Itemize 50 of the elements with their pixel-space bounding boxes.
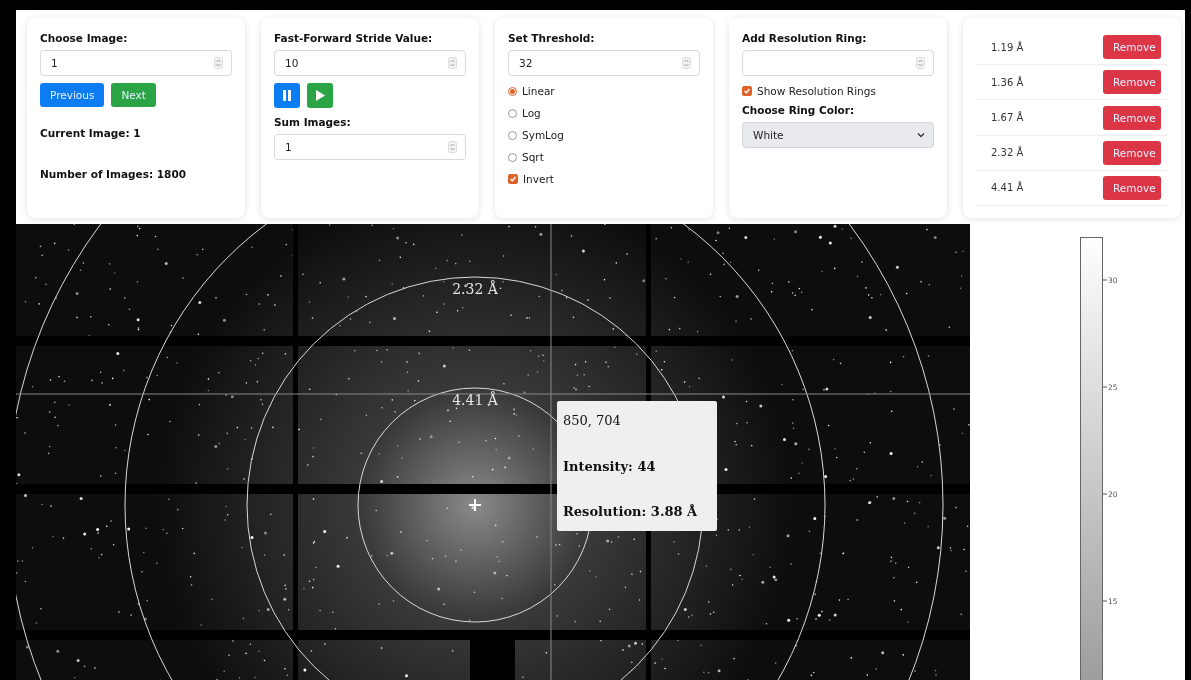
scale-radio-option[interactable]: SymLog: [508, 124, 700, 146]
remove-button[interactable]: Remove: [1103, 105, 1161, 130]
check-icon: [743, 87, 751, 95]
spinner-icon[interactable]: [214, 57, 223, 69]
field-label: Choose Ring Color:: [742, 104, 856, 116]
number-input[interactable]: 1: [40, 50, 232, 76]
field-label: Set Threshold:: [508, 32, 596, 44]
image-count-text: Number of Images: 1800: [40, 168, 187, 180]
ring-resolution-text: 4.41 Å: [991, 182, 1024, 194]
remove-button[interactable]: Remove: [1103, 175, 1161, 200]
ring-resolution-text: 1.19 Å: [991, 41, 1024, 53]
previous-button[interactable]: Previous: [40, 83, 105, 107]
color-select[interactable]: White: [742, 122, 934, 148]
beam-center-marker-icon: [468, 498, 482, 512]
field-label: Add Resolution Ring:: [742, 32, 868, 44]
pause-icon: [282, 90, 292, 101]
pixel-coordinates: 850, 704: [563, 413, 622, 428]
field-label: Sum Images:: [274, 116, 352, 128]
play-button[interactable]: [307, 83, 333, 108]
number-input[interactable]: 32: [508, 50, 700, 76]
remove-button[interactable]: Remove: [1103, 140, 1161, 165]
current-image-text: Current Image: 1: [40, 127, 142, 139]
invert-checkbox[interactable]: Invert: [508, 168, 700, 190]
number-input[interactable]: 1: [274, 134, 466, 160]
show-rings-checkbox[interactable]: Show Resolution Rings: [742, 80, 934, 102]
intensity-text: Intensity: 44: [563, 458, 657, 474]
remove-button[interactable]: Remove: [1103, 35, 1161, 60]
field-label: Choose Image:: [40, 32, 129, 44]
number-input[interactable]: 10: [274, 50, 466, 76]
number-input[interactable]: [742, 50, 934, 76]
ring-label: 4.41 Å: [452, 392, 498, 408]
spinner-icon[interactable]: [448, 57, 457, 69]
remove-button[interactable]: Remove: [1103, 70, 1161, 95]
check-icon: [509, 175, 517, 183]
chevron-down-icon: [917, 132, 925, 138]
scale-radio-option[interactable]: Sqrt: [508, 146, 700, 168]
diffraction-image[interactable]: [16, 224, 970, 680]
ring-resolution-text: 2.32 Å: [991, 147, 1024, 159]
spinner-icon[interactable]: [916, 57, 925, 69]
pause-button[interactable]: [274, 83, 300, 108]
ring-label: 2.32 Å: [452, 281, 498, 297]
spinner-icon[interactable]: [448, 141, 457, 153]
play-icon: [315, 90, 325, 101]
scale-radio-option[interactable]: Linear: [508, 80, 700, 102]
scale-radio-option[interactable]: Log: [508, 102, 700, 124]
ring-resolution-text: 1.36 Å: [991, 76, 1024, 88]
ring-resolution-text: 1.67 Å: [991, 112, 1024, 123]
spinner-icon[interactable]: [682, 57, 691, 69]
field-label: Fast-Forward Stride Value:: [274, 32, 434, 44]
resolution-text: Resolution: 3.88 Å: [563, 504, 699, 519]
